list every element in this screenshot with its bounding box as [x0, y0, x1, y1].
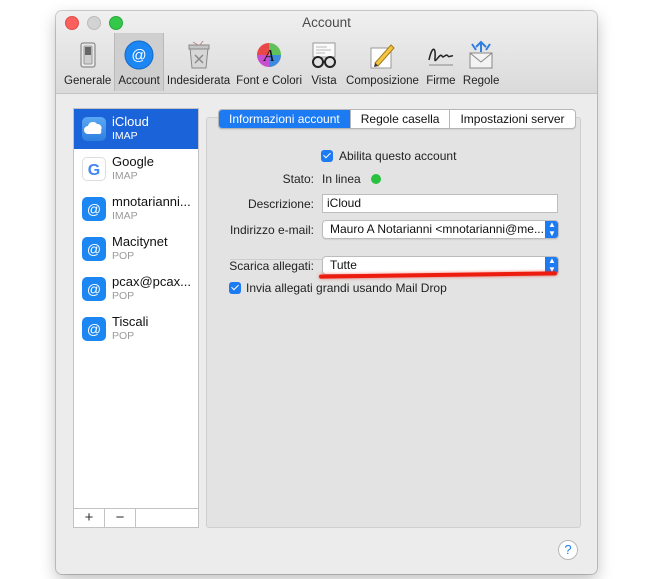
- toolbar-label: Font e Colori: [236, 75, 303, 87]
- toolbar-regole[interactable]: Regole: [460, 33, 502, 91]
- at-sign-icon: @: [123, 39, 155, 71]
- pencil-paper-icon: [366, 39, 398, 71]
- enable-account-checkbox[interactable]: [321, 150, 333, 162]
- toolbar-label: Generale: [64, 75, 112, 87]
- account-item-macitynet[interactable]: @ Macitynet POP: [74, 229, 198, 269]
- enable-account-label: Abilita questo account: [339, 149, 457, 163]
- toolbar-font-colori[interactable]: A Font e Colori: [233, 33, 305, 91]
- maildrop-label: Invia allegati grandi usando Mail Drop: [246, 281, 447, 295]
- account-item-mnotarianni[interactable]: @ mnotarianni... IMAP: [74, 189, 198, 229]
- toolbar-label: Composizione: [346, 75, 419, 87]
- help-button[interactable]: ?: [558, 540, 578, 560]
- google-icon: G: [82, 157, 106, 181]
- tab-regole-casella[interactable]: Regole casella: [349, 110, 450, 128]
- at-sign-icon: @: [82, 277, 106, 301]
- account-item-google[interactable]: G Google IMAP: [74, 149, 198, 189]
- account-name: iCloud: [112, 114, 149, 129]
- toolbar-label: Vista: [311, 75, 337, 87]
- svg-text:@: @: [87, 281, 101, 297]
- toolbar-vista[interactable]: Vista: [305, 33, 343, 91]
- online-status-dot: [371, 174, 381, 184]
- account-name: pcax@pcax...: [112, 274, 191, 289]
- toolbar-firme[interactable]: Firme: [422, 33, 460, 91]
- account-name: mnotarianni...: [112, 194, 191, 209]
- account-type: IMAP: [112, 170, 138, 182]
- trash-bin-icon: [183, 39, 215, 71]
- description-label: Descrizione:: [247, 197, 314, 211]
- account-list-buttons: + −: [74, 508, 198, 527]
- svg-text:A: A: [263, 46, 275, 65]
- svg-text:@: @: [87, 241, 101, 257]
- tab-impostazioni-server[interactable]: Impostazioni server: [449, 110, 574, 128]
- icloud-icon: [82, 117, 106, 141]
- chevron-updown-icon: ▲ ▼: [545, 221, 558, 238]
- account-list: iCloud IMAP G Google IMAP @ mnotarianni.…: [73, 108, 199, 528]
- status-value: In linea: [322, 172, 361, 186]
- font-color-icon: A: [253, 39, 285, 71]
- toolbar-label: Regole: [462, 75, 500, 87]
- account-item-tiscali[interactable]: @ Tiscali POP: [74, 309, 198, 349]
- account-type: POP: [112, 290, 135, 302]
- description-field[interactable]: iCloud: [322, 194, 558, 213]
- svg-text:@: @: [87, 321, 101, 337]
- account-type: IMAP: [112, 210, 138, 222]
- account-item-pcax[interactable]: @ pcax@pcax... POP: [74, 269, 198, 309]
- account-item-icloud[interactable]: iCloud IMAP: [74, 109, 198, 149]
- email-address-value: Mauro A Notarianni <mnotarianni@me....: [330, 222, 548, 236]
- add-account-button[interactable]: +: [74, 509, 105, 527]
- svg-text:G: G: [88, 162, 100, 179]
- toolbar-indesiderata[interactable]: Indesiderata: [164, 33, 233, 91]
- toolbar-composizione[interactable]: Composizione: [343, 33, 422, 91]
- rules-envelope-icon: [465, 39, 497, 71]
- email-address-popup[interactable]: Mauro A Notarianni <mnotarianni@me.... ▲…: [322, 220, 559, 239]
- email-label: Indirizzo e-mail:: [229, 223, 314, 237]
- toolbar-label: Account: [118, 75, 160, 87]
- account-name: Google: [112, 154, 154, 169]
- toolbar-label: Indesiderata: [166, 75, 231, 87]
- account-type: POP: [112, 250, 135, 262]
- window-title: Account: [302, 15, 351, 30]
- switch-icon: [72, 39, 104, 71]
- account-name: Tiscali: [112, 314, 149, 329]
- toolbar-generale[interactable]: Generale: [61, 33, 114, 91]
- account-type: POP: [112, 330, 135, 342]
- tab-informazioni-account[interactable]: Informazioni account: [219, 110, 350, 128]
- at-sign-icon: @: [82, 197, 106, 221]
- toolbar-label: Firme: [426, 75, 456, 87]
- glasses-icon: [308, 39, 340, 71]
- detail-tabs: Informazioni account Regole casella Impo…: [218, 109, 576, 129]
- toolbar-account[interactable]: @ Account: [114, 33, 164, 91]
- maildrop-checkbox[interactable]: [229, 282, 241, 294]
- svg-text:@: @: [87, 201, 101, 217]
- status-label: Stato:: [282, 172, 314, 186]
- title-bar: Account Generale @ Account Indesiderata: [56, 11, 597, 94]
- toolbar: Generale @ Account Indesiderata A Font e…: [61, 33, 502, 91]
- signature-icon: [425, 39, 457, 71]
- download-attachments-value: Tutte: [330, 258, 357, 272]
- preferences-window: Account Generale @ Account Indesiderata: [56, 11, 597, 574]
- account-name: Macitynet: [112, 234, 168, 249]
- at-sign-icon: @: [82, 317, 106, 341]
- at-sign-icon: @: [82, 237, 106, 261]
- account-type: IMAP: [112, 130, 138, 142]
- remove-account-button[interactable]: −: [105, 509, 136, 527]
- svg-text:@: @: [131, 47, 146, 64]
- download-attachments-label: Scarica allegati:: [229, 259, 314, 273]
